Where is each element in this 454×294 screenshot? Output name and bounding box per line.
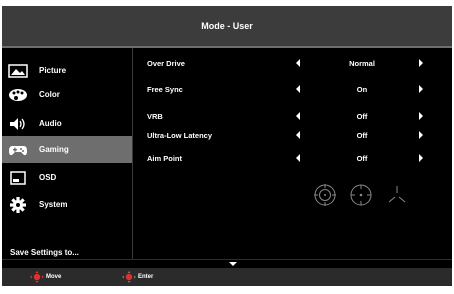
picture-icon	[6, 63, 30, 79]
sidebar-item-label: Picture	[39, 66, 67, 75]
arrow-right-icon[interactable]	[419, 154, 423, 162]
setting-row-over-drive[interactable]: Over Drive Normal	[147, 56, 432, 72]
footer-move-label: Move	[46, 274, 62, 280]
gear-icon	[6, 196, 30, 213]
save-settings-item[interactable]: Save Settings to...	[10, 248, 79, 257]
arrow-left-icon[interactable]	[296, 59, 300, 67]
aim-point-options	[312, 182, 410, 208]
setting-row-ultra-low-latency[interactable]: Ultra-Low Latency Off	[147, 128, 432, 144]
sidebar-item-label: Gaming	[39, 145, 69, 154]
monitor-osd-menu: Mode - User Picture Color Audio Gaming O…	[2, 6, 452, 286]
page-title: Mode - User	[201, 21, 253, 31]
arrow-left-icon[interactable]	[296, 154, 300, 162]
arrow-right-icon[interactable]	[419, 112, 423, 120]
footer-enter-hint: Enter	[122, 271, 153, 283]
setting-value: Off	[356, 154, 368, 163]
setting-row-vrb[interactable]: VRB Off	[147, 109, 432, 125]
setting-value: Off	[356, 131, 368, 140]
dpad-move-icon	[30, 271, 44, 283]
sidebar-item-label: System	[39, 200, 68, 209]
scroll-down-icon[interactable]	[229, 262, 237, 266]
sidebar-item-osd[interactable]: OSD	[6, 164, 132, 191]
footer-bar: Move Enter	[2, 268, 452, 286]
sidebar-item-gaming[interactable]: Gaming	[2, 136, 132, 163]
sidebar-item-color[interactable]: Color	[6, 81, 132, 108]
footer-move-hint: Move	[30, 271, 61, 283]
gamepad-icon	[6, 142, 30, 158]
divider	[132, 48, 133, 259]
arrow-right-icon[interactable]	[419, 85, 423, 93]
setting-label: Free Sync	[147, 85, 183, 94]
arrow-right-icon[interactable]	[419, 131, 423, 139]
footer-enter-label: Enter	[138, 274, 154, 280]
sidebar: Picture Color Audio Gaming OSD System	[2, 48, 132, 259]
title-bar: Mode - User	[2, 6, 452, 46]
sidebar-item-label: Color	[39, 90, 60, 99]
sidebar-item-audio[interactable]: Audio	[6, 110, 132, 137]
sidebar-item-system[interactable]: System	[6, 191, 132, 218]
crosshair-tri-icon[interactable]	[384, 182, 410, 208]
setting-value: Off	[356, 112, 368, 121]
crosshair-circle-icon[interactable]	[312, 182, 338, 208]
speaker-icon	[6, 116, 30, 132]
setting-value: On	[356, 85, 368, 94]
sidebar-item-label: OSD	[39, 173, 57, 182]
dpad-enter-icon	[122, 271, 136, 283]
setting-label: VRB	[147, 112, 163, 121]
arrow-left-icon[interactable]	[296, 131, 300, 139]
palette-icon	[6, 87, 30, 103]
sidebar-item-label: Audio	[39, 119, 62, 128]
setting-label: Over Drive	[147, 59, 185, 68]
arrow-right-icon[interactable]	[419, 59, 423, 67]
crosshair-dot-icon[interactable]	[348, 182, 374, 208]
arrow-left-icon[interactable]	[296, 112, 300, 120]
setting-value: Normal	[349, 59, 375, 68]
sidebar-item-picture[interactable]: Picture	[6, 57, 132, 84]
setting-label: Ultra-Low Latency	[147, 131, 213, 140]
arrow-left-icon[interactable]	[296, 85, 300, 93]
setting-label: Aim Point	[147, 154, 182, 163]
setting-row-free-sync[interactable]: Free Sync On	[147, 82, 432, 98]
divider	[2, 259, 452, 260]
setting-row-aim-point[interactable]: Aim Point Off	[147, 151, 432, 167]
osd-icon	[6, 170, 30, 186]
